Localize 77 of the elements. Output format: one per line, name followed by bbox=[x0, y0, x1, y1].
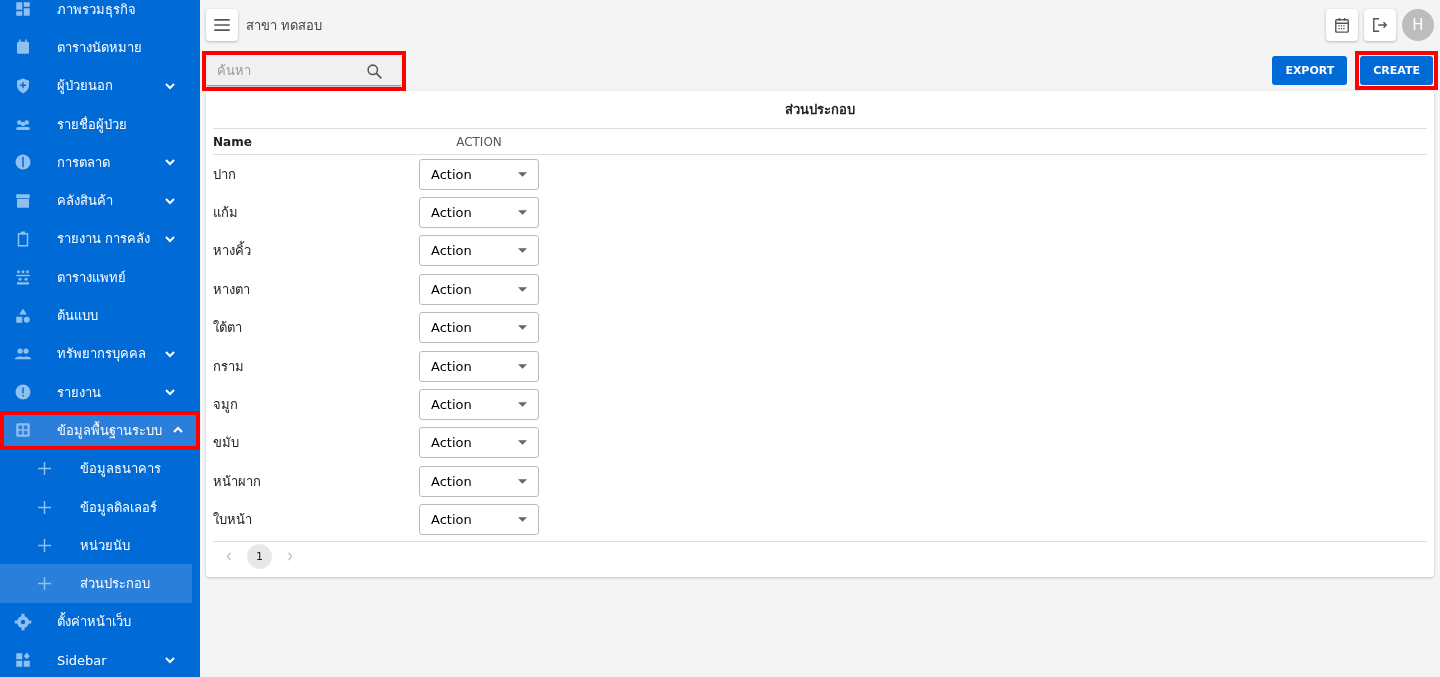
action-dropdown[interactable]: Action bbox=[419, 273, 539, 305]
calendar-button[interactable] bbox=[1326, 9, 1358, 41]
org-icon bbox=[14, 268, 32, 287]
calendar-icon bbox=[1334, 17, 1350, 33]
sidebar-subitem[interactable]: ส่วนประกอบ bbox=[0, 564, 192, 603]
table-cell-text: หน้าผาก bbox=[213, 472, 262, 491]
sidebar-item[interactable]: ตั้งค่าหน้าเว็บ bbox=[0, 602, 192, 642]
alert-icon bbox=[14, 383, 32, 402]
sidebar-subitem[interactable]: ข้อมูลดิลเลอร์ bbox=[0, 487, 192, 527]
grid-icon bbox=[14, 421, 32, 440]
sidebar-item[interactable]: รายชื่อผู้ป่วย bbox=[0, 104, 192, 144]
widgets-icon bbox=[14, 651, 32, 670]
dashboard-icon bbox=[14, 0, 32, 19]
create-button[interactable]: CREATE bbox=[1360, 56, 1433, 85]
sidebar-item[interactable]: รายงาน bbox=[0, 372, 192, 412]
dropdown-caret-icon bbox=[518, 325, 527, 331]
action-dropdown[interactable]: Action bbox=[419, 312, 539, 344]
sidebar-item[interactable]: ผู้ป่วยนอก bbox=[0, 66, 192, 105]
plus-icon bbox=[38, 538, 51, 552]
sidebar-item[interactable]: ทรัพยากรบุคคล bbox=[0, 334, 192, 373]
action-dropdown[interactable]: Action bbox=[419, 350, 539, 382]
plus-icon bbox=[38, 462, 51, 476]
dropdown-caret-icon bbox=[518, 248, 527, 254]
page-number[interactable]: 1 bbox=[247, 544, 272, 570]
dropdown-caret-icon bbox=[518, 402, 527, 408]
sidebar-item[interactable]: รายงาน การคลัง bbox=[0, 219, 192, 259]
action-dropdown[interactable]: Action bbox=[419, 158, 539, 190]
dropdown-caret-icon bbox=[518, 363, 527, 369]
sidebar-item[interactable]: ตารางนัดหมาย bbox=[0, 28, 192, 67]
calendar-icon bbox=[14, 38, 32, 57]
dropdown-caret-icon bbox=[518, 478, 527, 484]
logout-button[interactable] bbox=[1364, 9, 1396, 41]
action-dropdown[interactable]: Action bbox=[419, 465, 539, 497]
table-cell-text: กราม bbox=[213, 357, 245, 376]
sidebar-item[interactable]: Sidebar bbox=[0, 641, 192, 677]
sidebar-item[interactable]: ต้นแบบ bbox=[0, 296, 192, 335]
archive-icon bbox=[14, 191, 32, 210]
action-dropdown[interactable]: Action bbox=[419, 235, 539, 267]
sidebar-item[interactable]: ข้อมูลพื้นฐานระบบ bbox=[0, 411, 200, 450]
dropdown-caret-icon bbox=[518, 171, 527, 177]
action-dropdown[interactable]: Action bbox=[419, 197, 539, 229]
sidebar-subitem[interactable]: หน่วยนับ bbox=[0, 526, 192, 565]
plus-icon bbox=[38, 500, 51, 514]
table-title: ส่วนประกอบ bbox=[213, 91, 1427, 129]
sidebar-item[interactable]: ภาพรวมธุรกิจ bbox=[0, 0, 192, 29]
action-dropdown[interactable]: Action bbox=[419, 427, 539, 459]
menu-icon bbox=[214, 19, 230, 31]
branch-name: สาขา ทดสอบ bbox=[246, 16, 323, 35]
dropdown-caret-icon bbox=[518, 517, 527, 523]
dropdown-caret-icon bbox=[518, 286, 527, 292]
plus-icon bbox=[38, 577, 51, 591]
table-cell-text: แก้ม bbox=[213, 204, 239, 223]
sidebar-subitem[interactable]: ข้อมูลธนาคาร bbox=[0, 449, 192, 488]
logout-icon bbox=[1372, 17, 1388, 33]
search-icon bbox=[366, 62, 383, 80]
action-dropdown[interactable]: Action bbox=[419, 389, 539, 421]
search-field[interactable]: ค้นหา bbox=[207, 55, 401, 86]
dropdown-caret-icon bbox=[518, 440, 527, 446]
dropdown-caret-icon bbox=[518, 210, 527, 216]
column-header: Name bbox=[213, 134, 253, 149]
sidebar-item[interactable]: การตลาด bbox=[0, 143, 192, 182]
shapes-icon bbox=[14, 306, 32, 325]
table-cell-text: จมูก bbox=[213, 396, 239, 415]
menu-button[interactable] bbox=[206, 9, 238, 41]
export-button[interactable]: EXPORT bbox=[1272, 56, 1348, 85]
table-cell-text: หางคิ้ว bbox=[213, 240, 252, 261]
action-dropdown[interactable]: Action bbox=[419, 504, 539, 536]
table-cell-text: ใต้ตา bbox=[213, 319, 243, 338]
shield-icon bbox=[14, 76, 32, 95]
table-cell-text: ใบหน้า bbox=[213, 511, 253, 530]
table-cell-text: ปาก bbox=[213, 165, 237, 184]
table-cell-text: ขมับ bbox=[213, 434, 240, 453]
sidebar-item[interactable]: ตารางแพทย์ bbox=[0, 258, 192, 297]
gear-icon bbox=[14, 612, 32, 631]
column-header: ACTION bbox=[455, 134, 503, 149]
sidebar-item[interactable]: คลังสินค้า bbox=[0, 181, 192, 220]
table-cell-text: หางตา bbox=[213, 280, 251, 299]
